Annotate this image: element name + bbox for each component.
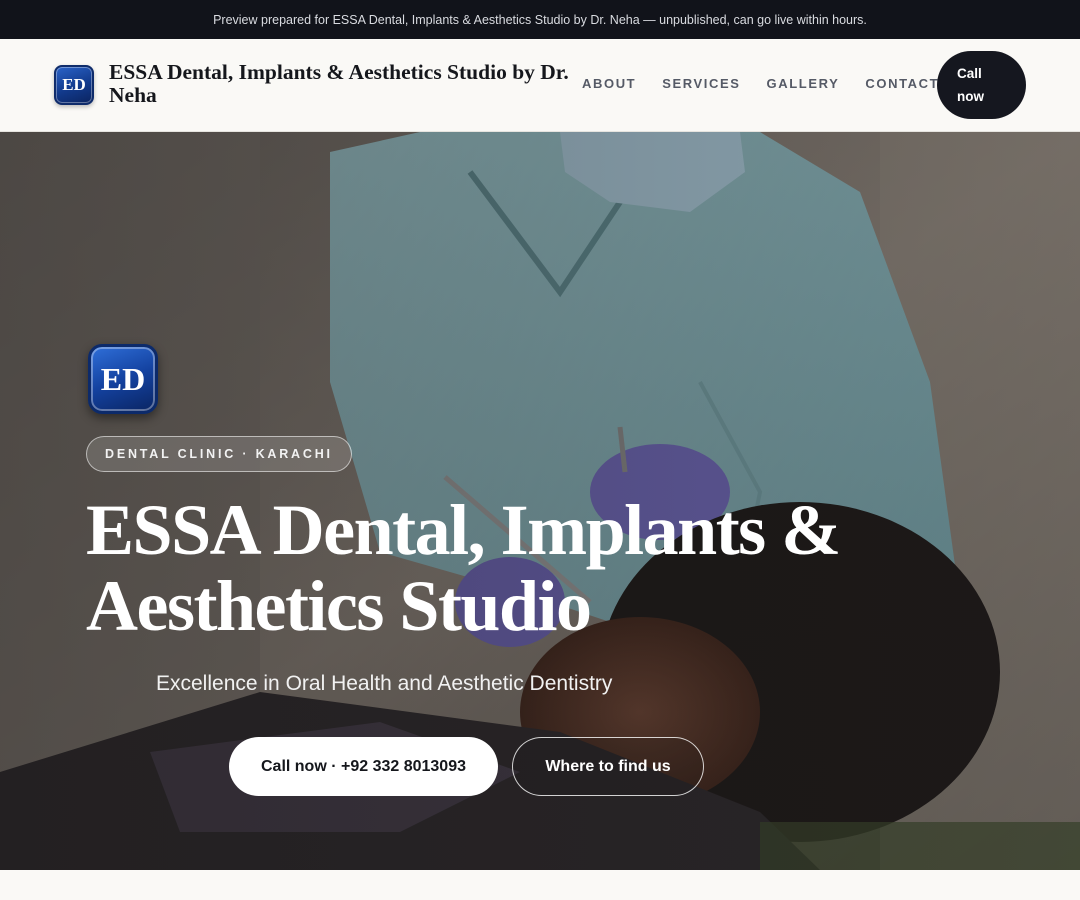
nav-about[interactable]: ABOUT (582, 76, 636, 91)
logo-badge[interactable]: ED (54, 65, 94, 105)
preview-banner: Preview prepared for ESSA Dental, Implan… (0, 0, 1080, 39)
nav-gallery[interactable]: GALLERY (767, 76, 840, 91)
hero-title-line-1: ESSA Dental, Implants & (86, 490, 841, 570)
hero-call-button[interactable]: Call now · +92 332 8013093 (229, 737, 498, 796)
preview-banner-text: Preview prepared for ESSA Dental, Implan… (213, 12, 867, 27)
call-now-button[interactable]: Call now (937, 51, 1026, 119)
hero-title-line-2: Aesthetics Studio (86, 566, 592, 646)
nav-services[interactable]: SERVICES (662, 76, 740, 91)
hero-title: ESSA Dental, Implants & Aesthetics Studi… (86, 492, 886, 644)
hero-logo-badge: ED (88, 344, 158, 414)
brand-name[interactable]: ESSA Dental, Implants & Aesthetics Studi… (109, 61, 569, 107)
nav-contact[interactable]: CONTACT (865, 76, 939, 91)
main-nav: ABOUT SERVICES GALLERY CONTACT (582, 76, 939, 91)
site-header: ED ESSA Dental, Implants & Aesthetics St… (0, 39, 1080, 132)
hero-subtitle: Excellence in Oral Health and Aesthetic … (156, 672, 613, 695)
hero-category-tag: DENTAL CLINIC · KARACHI (86, 436, 352, 472)
hero-section: ED DENTAL CLINIC · KARACHI ESSA Dental, … (0, 132, 1080, 870)
hero-directions-button[interactable]: Where to find us (512, 737, 704, 796)
